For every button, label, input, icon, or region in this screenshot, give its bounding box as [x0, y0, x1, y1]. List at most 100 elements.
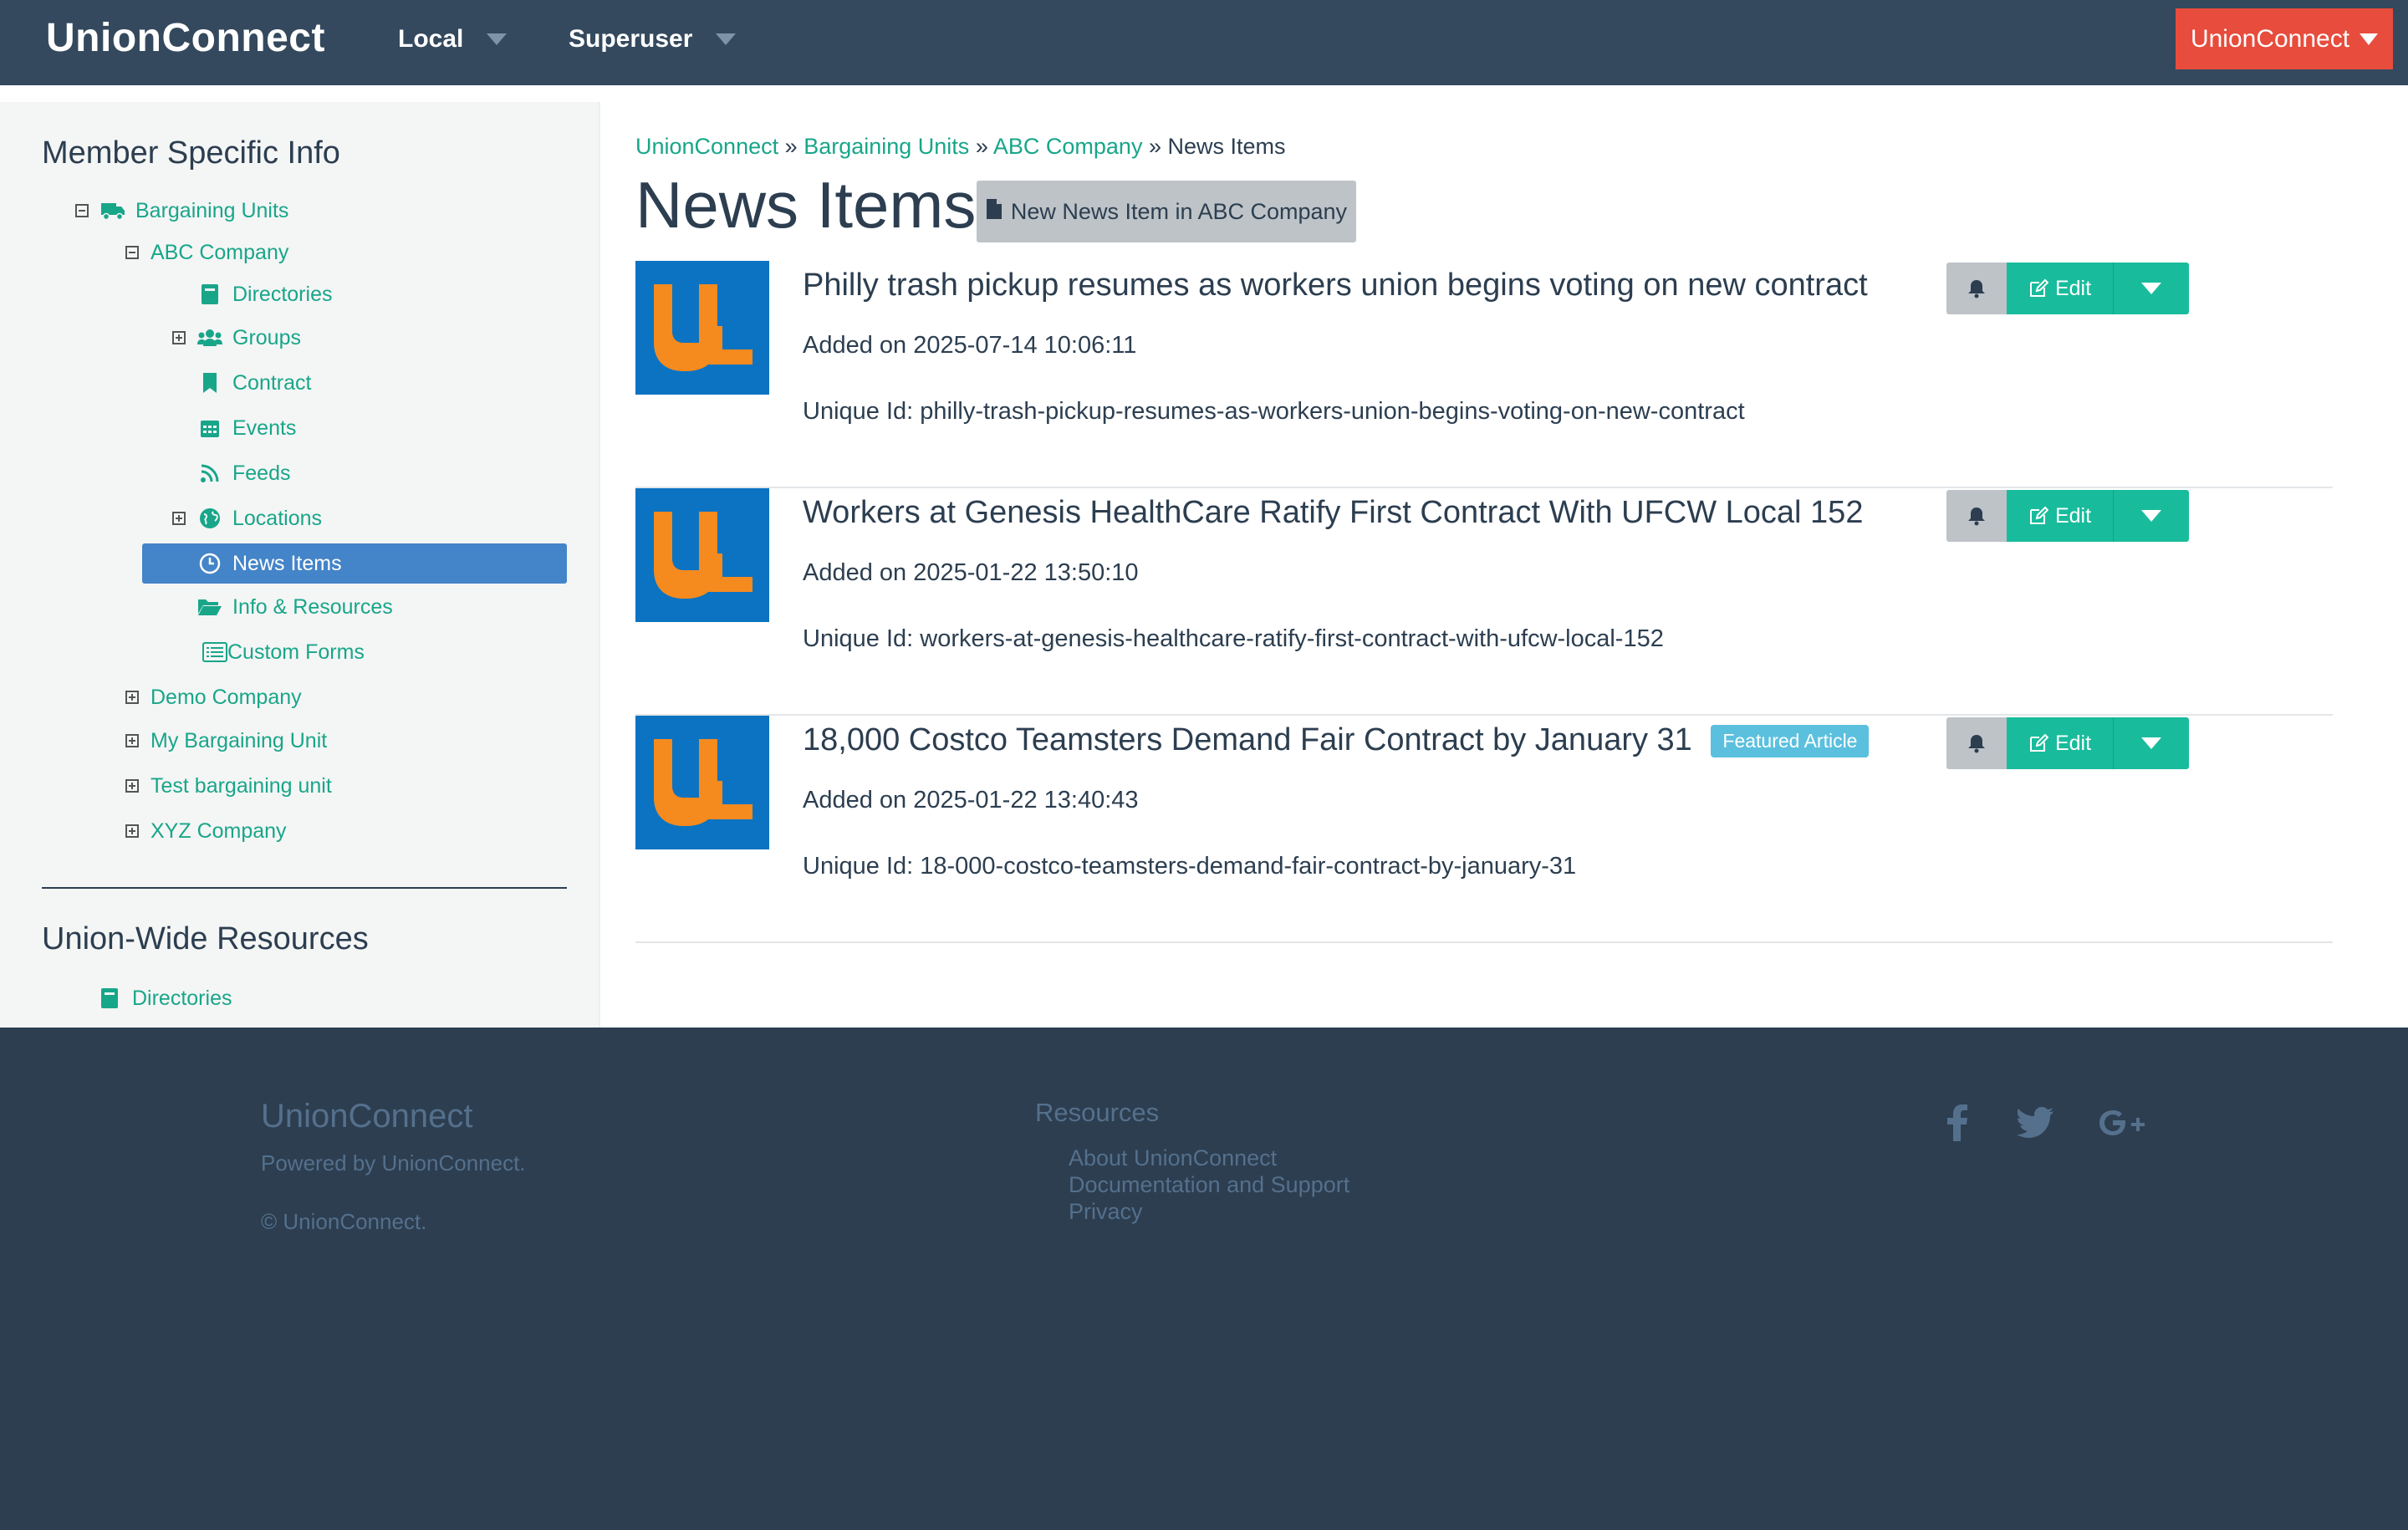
user-menu-label: UnionConnect — [2190, 24, 2350, 53]
tree-item-contract[interactable]: Contract — [197, 363, 311, 403]
twitter-icon[interactable] — [2010, 1098, 2060, 1148]
book-icon — [97, 986, 122, 1011]
rss-icon — [197, 461, 222, 486]
tree-item-news-items[interactable]: News Items — [142, 543, 567, 584]
tree-item-label: ABC Company — [150, 240, 289, 264]
tree-item-label: News Items — [232, 551, 342, 575]
footer-link-privacy[interactable]: Privacy — [1069, 1198, 1349, 1225]
chevron-down-icon — [716, 33, 737, 45]
breadcrumb-separator: » — [1148, 134, 1161, 159]
news-unique-id: Unique Id: workers-at-genesis-healthcare… — [803, 625, 1664, 652]
edit-icon — [2029, 278, 2048, 297]
google-plus-icon[interactable] — [2097, 1098, 2147, 1148]
footer-resources-title: Resources — [1035, 1098, 1160, 1127]
chevron-down-icon — [2141, 737, 2161, 749]
edit-icon — [2029, 506, 2048, 524]
facebook-icon[interactable] — [1932, 1098, 1982, 1148]
sidebar: Member Specific Info Bargaining Units AB… — [0, 102, 600, 1028]
breadcrumb-link-abc-company[interactable]: ABC Company — [993, 134, 1143, 159]
featured-badge: Featured Article — [1711, 725, 1870, 758]
expand-icon[interactable] — [125, 824, 139, 838]
folder-open-icon — [197, 594, 222, 620]
edit-button[interactable]: Edit — [2007, 263, 2114, 314]
tree-item-label: Locations — [232, 506, 323, 530]
news-thumbnail[interactable] — [635, 261, 769, 395]
tree-item-info-resources[interactable]: Info & Resources — [197, 587, 393, 627]
expand-icon[interactable] — [172, 331, 186, 344]
expand-icon[interactable] — [125, 779, 139, 793]
edit-button-label: Edit — [2054, 731, 2092, 755]
tree-item-label: Feeds — [232, 461, 291, 485]
tree-item-test-bargaining-unit[interactable]: Test bargaining unit — [125, 766, 332, 806]
chevron-down-icon — [2360, 33, 2379, 45]
tree-item-union-directories[interactable]: Directories — [97, 978, 232, 1018]
tree-item-label: Directories — [232, 282, 333, 306]
chevron-down-icon — [487, 33, 508, 45]
tree-item-directories[interactable]: Directories — [197, 274, 332, 314]
bookmark-icon — [197, 370, 222, 395]
news-date: Added on 2025-01-22 13:50:10 — [803, 559, 1139, 586]
footer-links: About UnionConnect Documentation and Sup… — [1069, 1145, 1349, 1225]
news-thumbnail[interactable] — [635, 488, 769, 622]
notify-button[interactable] — [1946, 717, 2007, 769]
news-thumbnail[interactable] — [635, 716, 769, 849]
brand-logo[interactable]: UnionConnect — [46, 15, 325, 61]
tree-item-xyz-company[interactable]: XYZ Company — [125, 811, 287, 851]
news-item: Philly trash pickup resumes as workers u… — [635, 261, 2333, 488]
new-news-item-button[interactable]: New News Item in ABC Company — [977, 181, 1356, 242]
breadcrumb: UnionConnect » Bargaining Units » ABC Co… — [635, 134, 1286, 160]
tree-item-custom-forms[interactable]: Custom Forms — [202, 632, 365, 672]
superuser-dropdown[interactable]: Superuser — [569, 25, 737, 54]
footer-brand: UnionConnect — [261, 1098, 473, 1135]
local-dropdown-label: Local — [398, 25, 464, 53]
expand-icon[interactable] — [172, 512, 186, 525]
chevron-down-icon — [2141, 283, 2161, 294]
breadcrumb-separator: » — [784, 134, 798, 159]
edit-button[interactable]: Edit — [2007, 490, 2114, 542]
tree-item-label: Demo Company — [150, 685, 302, 709]
expand-icon[interactable] — [125, 691, 139, 704]
news-actions: Edit — [1946, 263, 2189, 314]
notify-button[interactable] — [1946, 263, 2007, 314]
tree-item-label: Info & Resources — [232, 594, 393, 619]
collapse-icon[interactable] — [125, 246, 139, 259]
more-actions-button[interactable] — [2114, 717, 2189, 769]
item-divider — [635, 941, 2333, 943]
tree-item-label: Groups — [232, 325, 301, 349]
footer-link-docs[interactable]: Documentation and Support — [1069, 1171, 1349, 1198]
news-actions: Edit — [1946, 490, 2189, 542]
tree-item-locations[interactable]: Locations — [172, 498, 322, 538]
breadcrumb-link-home[interactable]: UnionConnect — [635, 134, 778, 159]
user-menu-button[interactable]: UnionConnect — [2176, 8, 2393, 69]
chevron-down-icon — [2141, 510, 2161, 522]
edit-button[interactable]: Edit — [2007, 717, 2114, 769]
tree-item-abc-company[interactable]: ABC Company — [125, 232, 288, 273]
tree-item-groups[interactable]: Groups — [172, 318, 301, 358]
tree-item-label: Custom Forms — [227, 640, 365, 664]
edit-button-label: Edit — [2054, 503, 2092, 528]
tree-item-feeds[interactable]: Feeds — [197, 453, 290, 493]
breadcrumb-current: News Items — [1167, 134, 1286, 159]
tree-item-label: Contract — [232, 370, 312, 395]
news-title[interactable]: Workers at Genesis HealthCare Ratify Fir… — [803, 495, 1863, 531]
expand-icon[interactable] — [125, 734, 139, 747]
tree-item-events[interactable]: Events — [197, 408, 296, 448]
more-actions-button[interactable] — [2114, 490, 2189, 542]
more-actions-button[interactable] — [2114, 263, 2189, 314]
tree-item-bargaining-units[interactable]: Bargaining Units — [75, 191, 288, 231]
book-icon — [197, 282, 222, 307]
file-icon — [986, 198, 1002, 226]
local-dropdown[interactable]: Local — [398, 25, 508, 54]
notify-button[interactable] — [1946, 490, 2007, 542]
news-item: 18,000 Costco Teamsters Demand Fair Cont… — [635, 716, 2333, 943]
tree-item-demo-company[interactable]: Demo Company — [125, 677, 302, 717]
footer-link-about[interactable]: About UnionConnect — [1069, 1145, 1349, 1171]
news-title[interactable]: Philly trash pickup resumes as workers u… — [803, 268, 1868, 303]
collapse-icon[interactable] — [75, 204, 89, 217]
breadcrumb-link-bargaining-units[interactable]: Bargaining Units — [804, 134, 969, 159]
footer-copyright: © UnionConnect. — [261, 1209, 427, 1234]
tree-item-my-bargaining-unit[interactable]: My Bargaining Unit — [125, 721, 327, 761]
news-title[interactable]: 18,000 Costco Teamsters Demand Fair Cont… — [803, 722, 1870, 758]
edit-icon — [2029, 733, 2048, 752]
news-title-text: Philly trash pickup resumes as workers u… — [803, 268, 1868, 303]
